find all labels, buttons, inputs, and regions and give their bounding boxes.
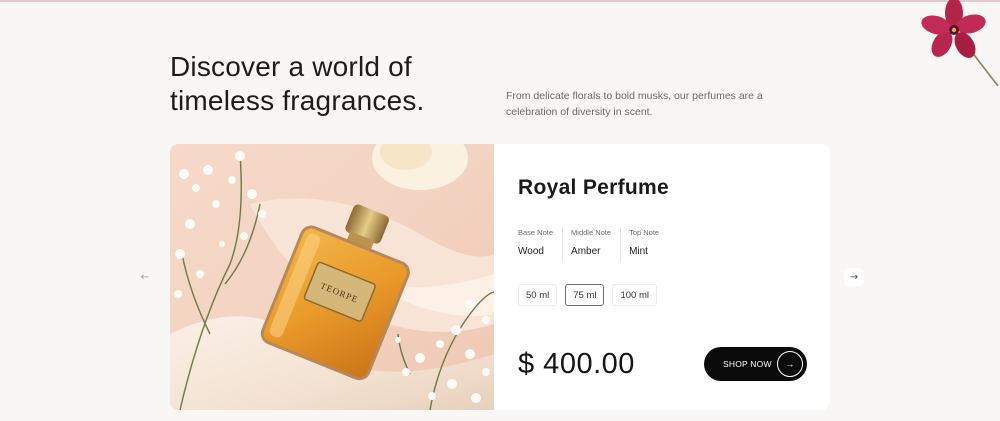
page-headline: Discover a world of timeless fragrances. bbox=[170, 50, 470, 118]
note-label: Base Note bbox=[518, 228, 554, 237]
shop-now-label: SHOP NOW bbox=[723, 359, 772, 369]
scent-notes: Base Note Wood Middle Note Amber Top Not… bbox=[518, 228, 676, 262]
note-label: Middle Note bbox=[571, 228, 612, 237]
size-option-75ml[interactable]: 75 ml bbox=[565, 284, 605, 306]
note-value: Wood bbox=[518, 246, 544, 257]
arrow-right-icon: → bbox=[849, 271, 859, 283]
note-value: Amber bbox=[571, 246, 601, 257]
shop-now-button[interactable]: SHOP NOW → bbox=[704, 347, 807, 381]
top-divider bbox=[0, 0, 1000, 2]
size-option-100ml[interactable]: 100 ml bbox=[612, 284, 657, 306]
product-image: TEORPE bbox=[170, 144, 494, 410]
note-middle: Middle Note Amber bbox=[571, 228, 622, 262]
product-title: Royal Perfume bbox=[518, 176, 669, 199]
arrow-right-circle-icon: → bbox=[777, 351, 803, 377]
headline-line-1: Discover a world of bbox=[170, 51, 412, 82]
headline-line-2: timeless fragrances. bbox=[170, 85, 425, 116]
arrow-left-icon: ← bbox=[140, 271, 150, 283]
product-price: $ 400.00 bbox=[518, 348, 635, 380]
carousel-prev-button[interactable]: ← bbox=[135, 268, 155, 286]
intro-text: From delicate florals to bold musks, our… bbox=[506, 90, 763, 118]
note-label: Top Note bbox=[629, 228, 660, 237]
carousel-next-button[interactable]: → bbox=[844, 268, 864, 286]
product-card: TEORPE Royal Perfume Base Note Wood Midd… bbox=[170, 144, 830, 410]
flower-decoration-icon bbox=[921, 0, 999, 87]
size-selector: 50 ml 75 ml 100 ml bbox=[518, 284, 657, 306]
product-details: Royal Perfume Base Note Wood Middle Note… bbox=[518, 144, 830, 410]
size-option-50ml[interactable]: 50 ml bbox=[518, 284, 558, 306]
note-top: Top Note Mint bbox=[629, 228, 668, 262]
note-value: Mint bbox=[629, 246, 648, 257]
note-base: Base Note Wood bbox=[518, 228, 564, 262]
